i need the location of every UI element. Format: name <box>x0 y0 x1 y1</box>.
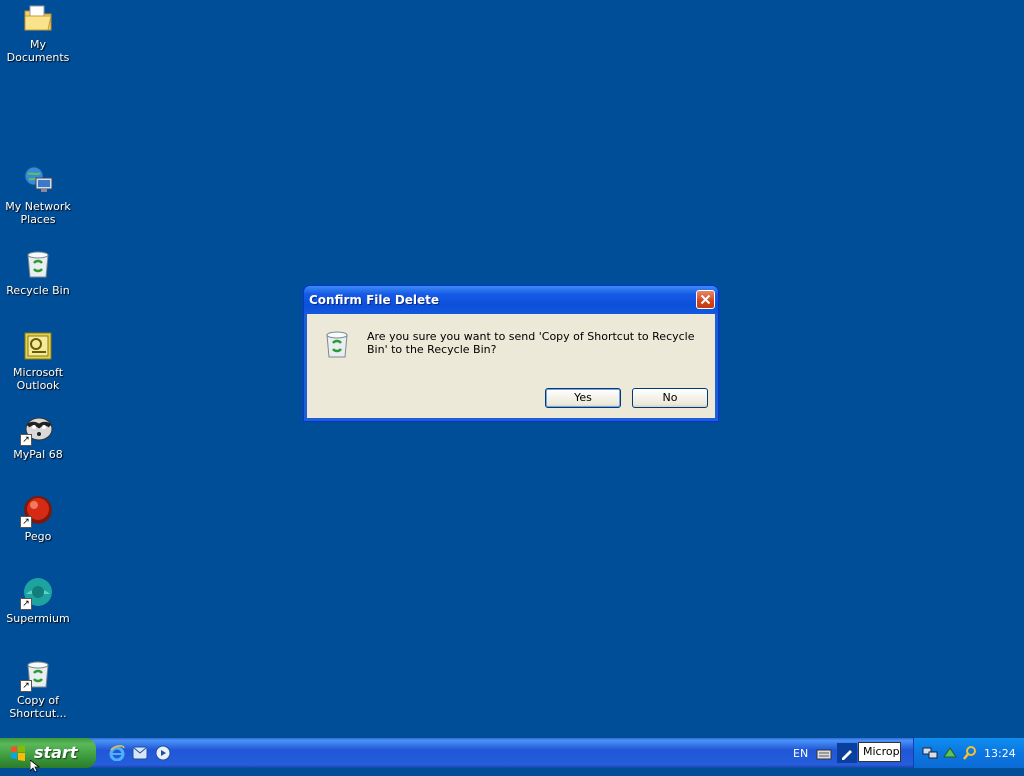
shortcut-arrow-icon: ↗ <box>20 516 32 528</box>
shortcut-arrow-icon: ↗ <box>20 434 32 446</box>
pego-icon: ↗ <box>20 494 54 528</box>
shortcut-arrow-icon: ↗ <box>20 598 32 610</box>
dialog-body: Are you sure you want to send 'Copy of S… <box>307 314 715 418</box>
recycle-bin-icon <box>321 328 353 360</box>
shortcut-arrow-icon: ↗ <box>20 680 32 692</box>
media-player-icon[interactable] <box>155 745 171 761</box>
desktop-icon-copy-of-shortcut[interactable]: ↗ Copy of Shortcut... <box>0 658 76 720</box>
no-button[interactable]: No <box>632 388 708 408</box>
desktop-icon-label: Supermium <box>6 612 70 625</box>
dialog-title: Confirm File Delete <box>309 293 440 307</box>
keyboard-icon[interactable] <box>816 746 832 762</box>
supermium-icon: ↗ <box>20 576 54 610</box>
mouse-cursor-icon <box>29 757 41 773</box>
start-label: start <box>34 743 78 762</box>
desktop-icon-label: My Network Places <box>5 200 71 226</box>
recycle-bin-icon <box>22 248 54 280</box>
desktop-icon-my-documents[interactable]: My Documents <box>0 2 76 64</box>
pen-icon[interactable] <box>837 743 857 763</box>
desktop-icon-recycle-bin[interactable]: Recycle Bin <box>0 248 76 297</box>
folder-documents-icon <box>22 2 54 34</box>
microphone-input-box[interactable]: Microph <box>858 742 901 762</box>
search-icon[interactable] <box>962 745 978 761</box>
start-button[interactable]: start <box>0 738 96 768</box>
desktop-icon-mypal-68[interactable]: ↗ MyPal 68 <box>0 412 76 461</box>
taskbar: start EN Microph 13:24 <box>0 738 1024 768</box>
desktop-icon-pego[interactable]: ↗ Pego <box>0 494 76 543</box>
dialog-close-button[interactable] <box>696 290 715 309</box>
network-icon[interactable] <box>922 745 938 761</box>
desktop-icon-label: MyPal 68 <box>13 448 63 461</box>
dialog-message: Are you sure you want to send 'Copy of S… <box>367 330 695 356</box>
mypal-raccoon-icon: ↗ <box>20 412 54 446</box>
confirm-file-delete-dialog: Confirm File Delete Are you sure you wan… <box>303 285 719 422</box>
windows-flag-icon <box>10 745 26 761</box>
yes-button[interactable]: Yes <box>545 388 621 408</box>
desktop-icon-label: Recycle Bin <box>6 284 70 297</box>
desktop-icon-label: My Documents <box>6 38 70 64</box>
dialog-titlebar[interactable]: Confirm File Delete <box>304 286 718 314</box>
desktop-icon-label: Pego <box>24 530 52 543</box>
outlook-express-icon[interactable] <box>132 745 148 761</box>
safely-remove-hardware-icon[interactable] <box>942 745 958 761</box>
desktop-icon-supermium[interactable]: ↗ Supermium <box>0 576 76 625</box>
clock[interactable]: 13:24 <box>984 747 1016 760</box>
desktop-icon-label: Microsoft Outlook <box>12 366 64 392</box>
outlook-icon <box>22 330 54 362</box>
internet-explorer-icon[interactable] <box>109 745 125 762</box>
desktop-icon-microsoft-outlook[interactable]: Microsoft Outlook <box>0 330 76 392</box>
desktop-icon-my-network-places[interactable]: My Network Places <box>0 164 76 226</box>
system-tray: 13:24 <box>913 738 1024 768</box>
close-icon <box>700 294 711 305</box>
network-places-icon <box>22 164 54 196</box>
recycle-bin-shortcut-icon: ↗ <box>20 658 54 692</box>
language-indicator[interactable]: EN <box>793 747 808 760</box>
desktop-icon-label: Copy of Shortcut... <box>9 694 67 720</box>
